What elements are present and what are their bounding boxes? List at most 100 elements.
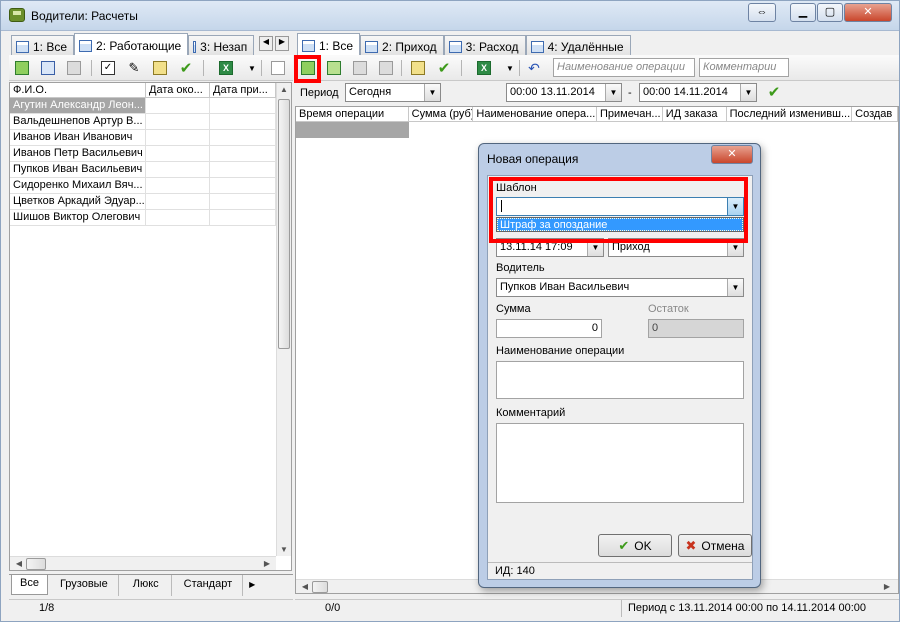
column-header-date-end[interactable]: Дата око... <box>146 83 210 97</box>
apply-period-check-icon[interactable]: ✔ <box>765 83 783 101</box>
properties-icon[interactable] <box>409 59 427 77</box>
scroll-left-icon[interactable]: ◀ <box>298 582 312 591</box>
delete-operation-icon[interactable] <box>377 59 395 77</box>
driver-date-cell[interactable] <box>146 114 210 129</box>
driver-date-cell[interactable] <box>210 146 276 161</box>
driver-row[interactable]: Цветков Аркадий Эдуар... <box>10 194 291 210</box>
driver-row[interactable]: Иванов Иван Иванович <box>10 130 291 146</box>
dropdown-arrow-icon[interactable]: ▼ <box>243 59 261 77</box>
category-tab-standard[interactable]: Стандарт <box>174 575 244 596</box>
driver-name-cell[interactable]: Иванов Петр Васильевич <box>10 146 146 161</box>
driver-name-cell[interactable]: Иванов Иван Иванович <box>10 130 146 145</box>
driver-date-cell[interactable] <box>146 162 210 177</box>
scroll-thumb[interactable] <box>312 581 328 593</box>
column-header-note[interactable]: Примечан... <box>597 107 663 121</box>
scroll-down-icon[interactable]: ▼ <box>277 545 291 554</box>
driver-date-cell[interactable] <box>146 210 210 225</box>
category-tab-trucks[interactable]: Грузовые <box>50 575 119 596</box>
chevron-down-icon[interactable]: ▼ <box>740 84 756 101</box>
chevron-down-icon[interactable]: ▼ <box>727 279 743 296</box>
column-header-created[interactable]: Создав <box>852 107 898 121</box>
apply-check-icon[interactable]: ✔ <box>177 59 195 77</box>
comment-filter[interactable]: Комментарии <box>699 58 789 77</box>
driver-select[interactable]: Пупков Иван Васильевич ▼ <box>496 278 744 297</box>
operations-new-row[interactable] <box>296 122 898 138</box>
close-button[interactable]: ✕ <box>844 3 892 22</box>
column-header-time[interactable]: Время операции <box>296 107 409 121</box>
left-vertical-scrollbar[interactable]: ▲ ▼ <box>276 83 291 556</box>
scroll-thumb[interactable] <box>278 99 290 349</box>
dialog-close-button[interactable]: ✕ <box>711 145 753 164</box>
checkbox-icon[interactable]: ✓ <box>99 59 117 77</box>
column-header-operation-name[interactable]: Наименование опера... <box>473 107 597 121</box>
driver-row[interactable]: Сидоренко Михаил Вяч... <box>10 178 291 194</box>
excel-icon[interactable]: X <box>217 59 235 77</box>
left-tab-all[interactable]: 1: Все <box>11 35 75 55</box>
driver-name-cell[interactable]: Цветков Аркадий Эдуар... <box>10 194 146 209</box>
comment-input[interactable] <box>496 423 744 503</box>
copy-icon[interactable] <box>269 59 287 77</box>
ok-button[interactable]: ✔ OK <box>598 534 672 557</box>
operation-name-input[interactable] <box>496 361 744 399</box>
resize-icon[interactable]: ⇔ <box>748 3 776 22</box>
driver-date-cell[interactable] <box>210 178 276 193</box>
driver-name-cell[interactable]: Вальдешнепов Артур В... <box>10 114 146 129</box>
driver-date-cell[interactable] <box>146 146 210 161</box>
category-scroll-right-icon[interactable]: ▶ <box>245 575 255 596</box>
driver-date-cell[interactable] <box>210 98 276 113</box>
minimize-button[interactable]: ▁ <box>790 3 816 22</box>
delete-icon[interactable] <box>65 59 83 77</box>
scroll-right-icon[interactable]: ▶ <box>260 559 274 568</box>
column-header-sum[interactable]: Сумма (руб) <box>409 107 474 121</box>
driver-date-cell[interactable] <box>146 178 210 193</box>
right-tab-expense[interactable]: 3: Расход <box>443 35 526 55</box>
driver-date-cell[interactable] <box>210 130 276 145</box>
column-header-order-id[interactable]: ИД заказа <box>663 107 727 121</box>
new-row-cell[interactable] <box>296 122 409 138</box>
left-tab-unassigned[interactable]: 3: Незап <box>188 35 255 55</box>
driver-date-cell[interactable] <box>146 98 210 113</box>
driver-name-cell[interactable]: Шишов Виктор Олегович <box>10 210 146 225</box>
edit-icon[interactable] <box>39 59 57 77</box>
maximize-button[interactable]: ▢ <box>817 3 843 22</box>
dropdown-arrow-icon[interactable]: ▼ <box>501 59 519 77</box>
driver-date-cell[interactable] <box>146 130 210 145</box>
driver-row[interactable]: Агутин Александр Леон... <box>10 98 291 114</box>
chevron-down-icon[interactable]: ▼ <box>424 84 440 101</box>
driver-date-cell[interactable] <box>146 194 210 209</box>
copy-operation-icon[interactable] <box>325 59 343 77</box>
date-to-picker[interactable]: 00:00 14.11.2014 ▼ <box>639 83 757 102</box>
apply-check-icon[interactable]: ✔ <box>435 59 453 77</box>
driver-date-cell[interactable] <box>210 210 276 225</box>
driver-row[interactable]: Иванов Петр Васильевич <box>10 146 291 162</box>
right-tab-deleted[interactable]: 4: Удалённые <box>525 35 631 55</box>
column-header-date-start[interactable]: Дата при... <box>210 83 276 97</box>
right-tab-income[interactable]: 2: Приход <box>360 35 444 55</box>
date-from-picker[interactable]: 00:00 13.11.2014 ▼ <box>506 83 622 102</box>
chevron-down-icon[interactable]: ▼ <box>605 84 621 101</box>
scroll-up-icon[interactable]: ▲ <box>277 85 291 94</box>
right-tab-all[interactable]: 1: Все <box>297 33 361 55</box>
undo-icon[interactable]: ↶ <box>525 59 543 77</box>
driver-row[interactable]: Пупков Иван Васильевич <box>10 162 291 178</box>
driver-name-cell[interactable]: Пупков Иван Васильевич <box>10 162 146 177</box>
edit-operation-icon[interactable] <box>351 59 369 77</box>
add-icon[interactable] <box>13 59 31 77</box>
driver-row[interactable]: Вальдешнепов Артур В... <box>10 114 291 130</box>
tab-scroll-right-button[interactable]: ▶ <box>275 36 289 51</box>
driver-date-cell[interactable] <box>210 162 276 177</box>
column-header-name[interactable]: Ф.И.О. <box>10 83 146 97</box>
driver-date-cell[interactable] <box>210 194 276 209</box>
operation-name-filter[interactable]: Наименование операции <box>553 58 695 77</box>
driver-name-cell[interactable]: Агутин Александр Леон... <box>10 98 146 113</box>
left-tab-working[interactable]: 2: Работающие <box>74 33 189 55</box>
cancel-button[interactable]: ✖ Отмена <box>678 534 752 557</box>
left-horizontal-scrollbar[interactable]: ◀ ▶ <box>10 556 276 570</box>
driver-date-cell[interactable] <box>210 114 276 129</box>
scroll-right-icon[interactable]: ▶ <box>880 582 894 591</box>
wand-icon[interactable]: ✎ <box>125 59 143 77</box>
scroll-thumb[interactable] <box>26 558 46 570</box>
tab-scroll-left-button[interactable]: ◀ <box>259 36 273 51</box>
excel-icon[interactable]: X <box>475 59 493 77</box>
column-header-last-modified[interactable]: Последний изменивш... <box>727 107 853 121</box>
